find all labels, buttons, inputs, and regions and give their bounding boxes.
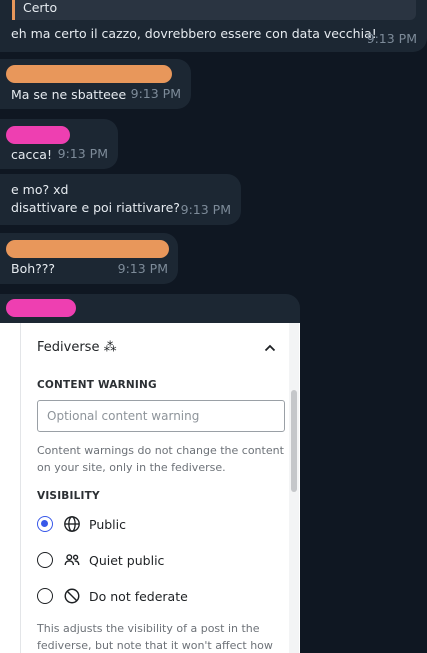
sender-name-redacted[interactable]: [6, 240, 169, 258]
sender-name-redacted[interactable]: [6, 126, 70, 144]
sender-name-redacted[interactable]: [6, 299, 76, 317]
scrollbar-thumb[interactable]: [291, 390, 297, 492]
option-label[interactable]: Do not federate: [89, 589, 188, 604]
message-text: eh ma certo il cazzo, dovrebbero essere …: [11, 26, 377, 41]
visibility-option-quiet-public[interactable]: Quiet public: [37, 550, 164, 570]
visibility-help: This adjusts the visibility of a post in…: [37, 620, 287, 653]
help-line: fediverse, but note that it won't affect…: [37, 639, 273, 652]
message-bubble[interactable]: Ma se ne sbatteee 9:13 PM: [0, 59, 191, 109]
help-line: This adjusts the visibility of a post in…: [37, 622, 260, 635]
sender-name-redacted[interactable]: [6, 65, 172, 83]
radio-button-selected[interactable]: [37, 516, 53, 532]
quoted-message[interactable]: Certo: [12, 0, 416, 20]
message-text: Boh???: [11, 261, 56, 276]
radio-button[interactable]: [37, 552, 53, 568]
help-line: Content warnings do not change the conte…: [37, 444, 284, 457]
panel-title[interactable]: Fediverse ⁂: [37, 340, 117, 355]
content-warning-help: Content warnings do not change the conte…: [37, 442, 287, 476]
message-text: cacca!: [11, 147, 52, 162]
quoted-text: Certo: [23, 0, 58, 15]
radio-button[interactable]: [37, 588, 53, 604]
panel-body: Fediverse ⁂ CONTENT WARNING Content warn…: [20, 323, 300, 653]
content-warning-label: CONTENT WARNING: [37, 379, 157, 391]
message-time: 9:13 PM: [117, 261, 168, 276]
message-time: 9:13 PM: [180, 202, 231, 217]
visibility-label: VISIBILITY: [37, 490, 100, 502]
chevron-up-icon[interactable]: [262, 340, 278, 356]
message-bubble[interactable]: e mo? xd disattivare e poi riattivare? 9…: [0, 174, 241, 225]
message-time: 9:13 PM: [366, 31, 417, 46]
message-time: 9:13 PM: [57, 146, 108, 161]
content-warning-input[interactable]: [37, 400, 285, 432]
fediverse-settings-panel: Fediverse ⁂ CONTENT WARNING Content warn…: [0, 323, 300, 653]
option-label[interactable]: Quiet public: [89, 553, 164, 568]
visibility-option-do-not-federate[interactable]: Do not federate: [37, 586, 188, 606]
people-icon: [64, 554, 80, 566]
message-text-line: e mo? xd: [11, 182, 69, 197]
message-time: 9:13 PM: [130, 86, 181, 101]
option-label[interactable]: Public: [89, 517, 126, 532]
visibility-option-public[interactable]: Public: [37, 514, 126, 534]
help-line: on your site, only in the fediverse.: [37, 461, 226, 474]
message-bubble[interactable]: cacca! 9:13 PM: [0, 119, 118, 169]
message-bubble[interactable]: Certo eh ma certo il cazzo, dovrebbero e…: [0, 0, 427, 52]
globe-icon: [64, 516, 80, 532]
block-icon: [64, 588, 80, 604]
message-bubble[interactable]: Boh??? 9:13 PM: [0, 233, 178, 284]
message-text: Ma se ne sbatteee: [11, 87, 127, 102]
message-text-line: disattivare e poi riattivare?: [11, 200, 180, 215]
chat-view: Certo eh ma certo il cazzo, dovrebbero e…: [0, 0, 427, 653]
